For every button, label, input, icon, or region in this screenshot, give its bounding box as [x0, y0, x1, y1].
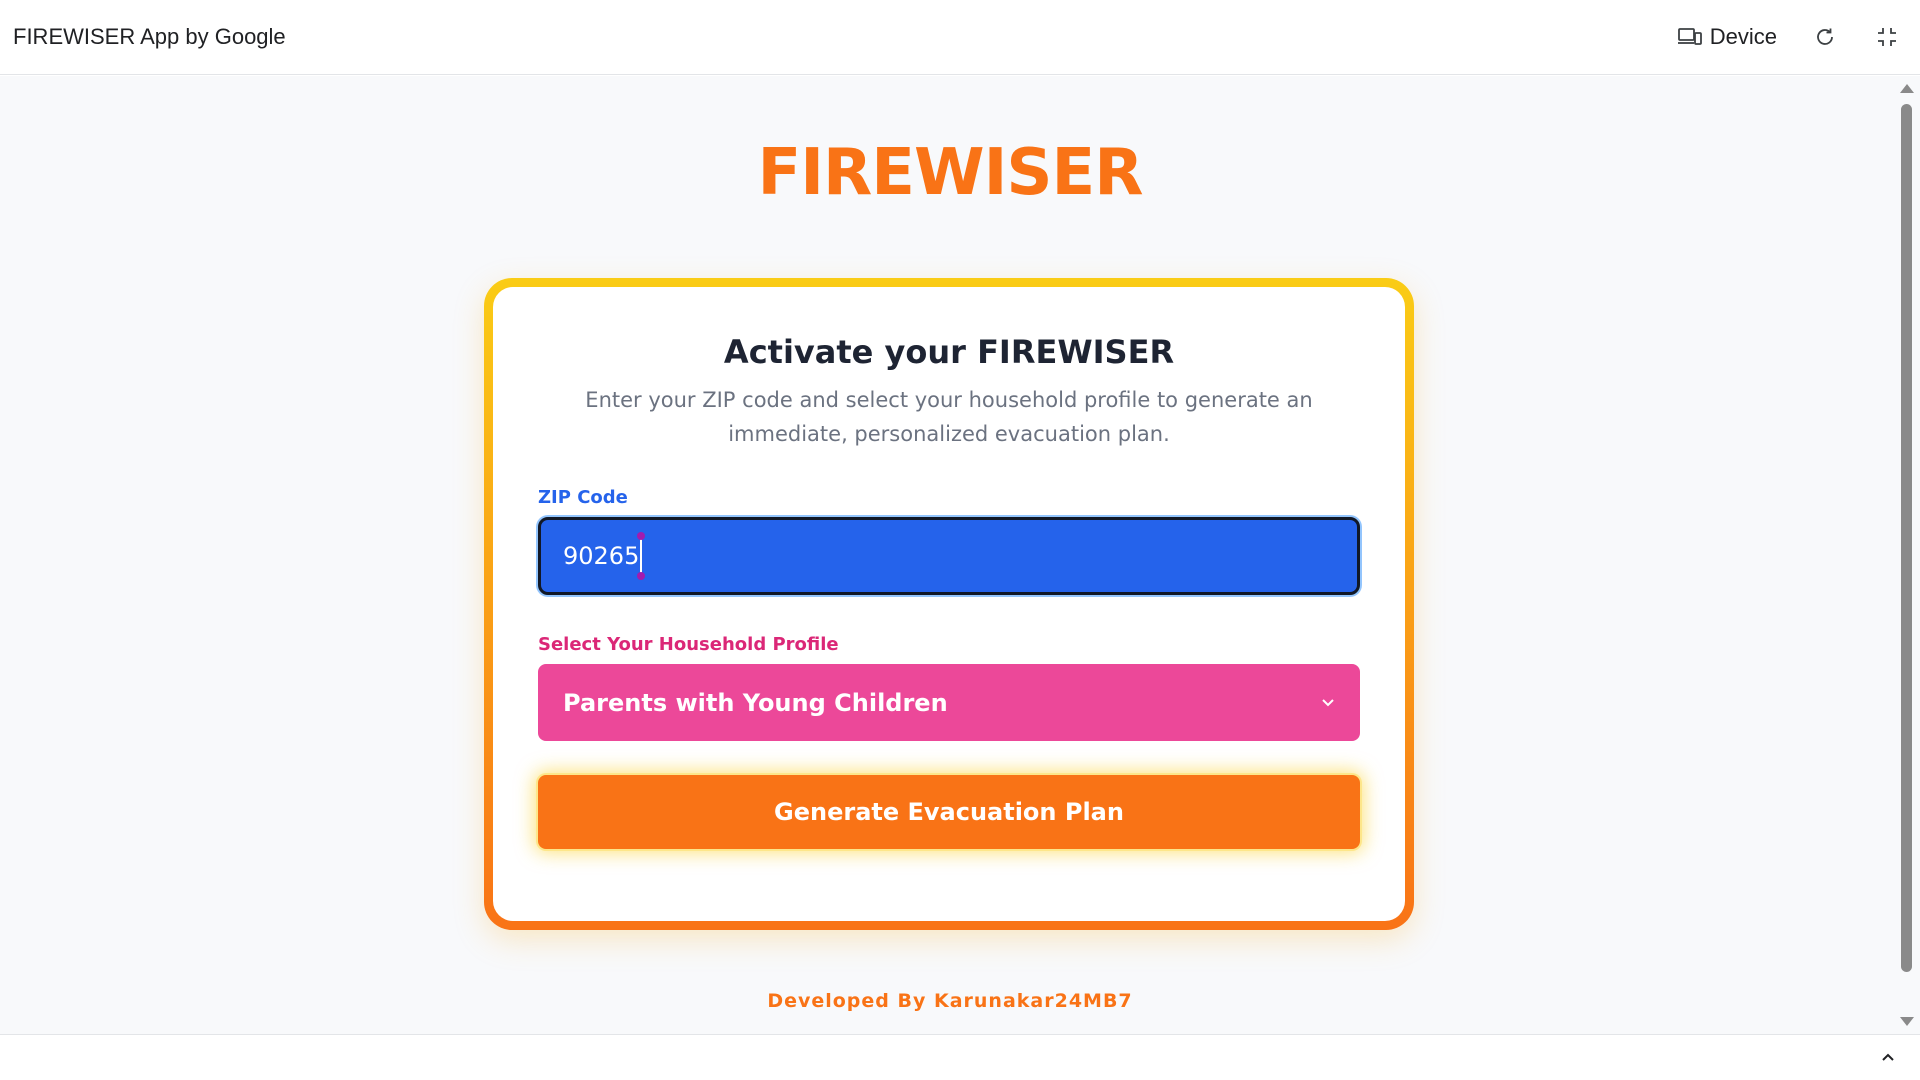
chevron-up-icon	[1878, 1052, 1898, 1071]
generate-plan-button[interactable]: Generate Evacuation Plan	[538, 775, 1360, 849]
device-label: Device	[1709, 24, 1777, 49]
bottom-bar	[0, 1034, 1920, 1080]
developer-credit: Developed By Karunakar24MB7	[767, 990, 1133, 1012]
fullscreen-button[interactable]	[1873, 23, 1901, 51]
brand-heading: FIREWISER	[757, 136, 1143, 210]
app-title: FIREWISER App by Google	[13, 24, 286, 49]
generate-plan-label: Generate Evacuation Plan	[774, 798, 1124, 826]
chevron-down-icon	[1320, 693, 1336, 712]
top-bar: FIREWISER App by Google Device	[0, 0, 1920, 75]
zip-value: 90265	[563, 542, 640, 570]
device-icon	[1677, 27, 1702, 47]
scroll-down-arrow-icon[interactable]	[1900, 1017, 1914, 1026]
app-viewport: FIREWISER Activate your FIREWISER Enter …	[0, 76, 1920, 1034]
reload-icon	[1814, 26, 1836, 48]
activation-card: Activate your FIREWISER Enter your ZIP c…	[484, 278, 1414, 930]
scroll-thumb[interactable]	[1901, 104, 1912, 972]
fullscreen-icon	[1876, 26, 1898, 48]
zip-label: ZIP Code	[538, 487, 628, 508]
reload-button[interactable]	[1811, 23, 1839, 51]
card-subtitle: Enter your ZIP code and select your hous…	[585, 388, 1313, 446]
topbar-actions: Device	[1677, 23, 1907, 51]
zip-input[interactable]: 90265	[538, 517, 1360, 595]
text-caret	[637, 532, 646, 580]
household-profile-select[interactable]: Parents with Young Children	[538, 664, 1360, 741]
collapse-button[interactable]	[1878, 1047, 1898, 1067]
profile-label: Select Your Household Profile	[538, 634, 839, 655]
scroll-up-arrow-icon[interactable]	[1900, 84, 1914, 93]
vertical-scrollbar[interactable]	[1892, 76, 1920, 1034]
profile-selected-value: Parents with Young Children	[563, 688, 948, 717]
activation-card-body: Activate your FIREWISER Enter your ZIP c…	[493, 287, 1405, 921]
card-title: Activate your FIREWISER	[723, 333, 1175, 371]
device-button[interactable]: Device	[1677, 24, 1777, 50]
